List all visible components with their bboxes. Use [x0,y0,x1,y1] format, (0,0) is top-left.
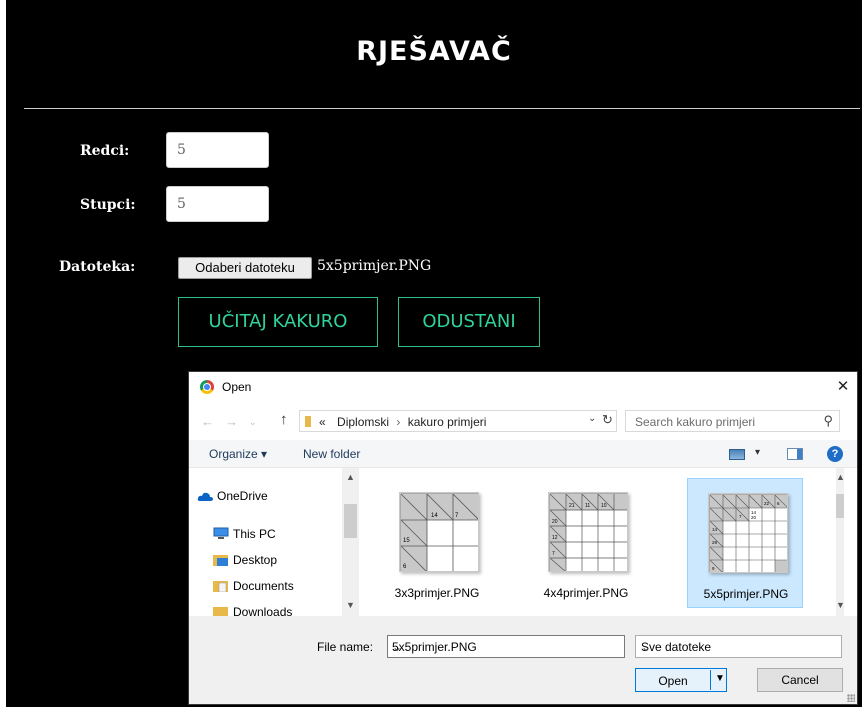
nav-item-desktop[interactable]: Desktop [213,553,278,567]
chrome-icon [200,380,214,394]
search-icon: ⚲ [823,413,833,428]
breadcrumb-item-kakuro-primjeri[interactable]: kakuro primjeri [408,415,487,429]
command-bar: Organize ▾ New folder ▾ ? [189,440,857,468]
breadcrumb-item-diplomski[interactable]: Diplomski [337,415,389,429]
dialog-titlebar: Open ✕ [189,372,857,402]
chevron-down-icon: ⌄ [641,640,652,654]
page-title: RJEŠAVAČ [356,36,512,67]
computer-icon [213,527,229,539]
load-kakuro-button[interactable]: UČITAJ KAKURO [178,297,378,347]
file-name-label: 3x3primjer.PNG [394,586,480,600]
file-item-3x3primjer[interactable]: 14 7 15 6 3x3primjer.PNG [379,478,495,608]
help-icon[interactable]: ? [827,446,843,462]
recent-locations-chevron-icon[interactable]: ⌄ [249,417,257,428]
thumb-clue: 20 [751,515,757,520]
file-list-scroll-thumb[interactable] [836,494,844,518]
breadcrumb-overflow[interactable]: « [319,415,326,429]
scroll-up-icon[interactable]: ▲ [342,472,359,482]
navigation-pane: OneDrive This PC Desktop Documents Downl… [189,468,359,616]
refresh-icon[interactable]: ↻ [602,412,613,428]
breadcrumb: « Diplomski › kakuro primjeri [319,415,487,429]
address-bar[interactable]: « Diplomski › kakuro primjeri ⌄ ↻ [299,410,617,432]
cols-input[interactable]: 5 [166,186,269,222]
file-list: 14 7 15 6 3x3primjer.PNG 21 11 10 20 12 … [364,468,844,616]
choose-file-button[interactable]: Odaberi datoteku [178,257,312,279]
scroll-up-icon[interactable]: ▲ [836,472,844,482]
file-name-input[interactable]: 5x5primjer.PNG ⌄ [387,635,625,658]
new-folder-button[interactable]: New folder [303,447,360,461]
nav-item-label: Downloads [233,605,293,616]
thumb-clue: 7 [552,551,555,557]
thumb-clue: 20 [552,519,558,525]
search-input[interactable]: Search kakuro primjeri ⚲ [625,410,840,432]
nav-item-label: This PC [233,527,276,541]
dialog-footer: File name: 5x5primjer.PNG ⌄ Sve datoteke… [189,616,857,704]
file-name-field-label: File name: [317,640,374,654]
onedrive-icon [197,492,213,501]
file-item-4x4primjer[interactable]: 21 11 10 20 12 7 4x4primjer.PNG [528,478,644,608]
rows-input[interactable]: 5 [166,132,269,168]
kakuro-5x5-thumbnail-image: 22 6 14 7 20 14 29 9 [709,494,787,572]
search-placeholder: Search kakuro primjeri [635,415,756,429]
open-button-label: Open [658,674,688,688]
thumb-clue: 10 [601,503,607,509]
open-file-dialog: Open ✕ ← → ⌄ ↑ « Diplomski › kakuro prim… [188,371,858,705]
file-label: Datoteka: [59,259,136,275]
file-list-scrollbar[interactable]: ▲ ▼ [836,468,844,616]
file-thumbnail: 22 6 14 7 20 14 29 9 [708,493,788,573]
thumb-clue: 14 [712,527,718,532]
open-options-dropdown-icon[interactable]: ▼ [715,673,725,684]
nav-item-downloads[interactable]: Downloads [213,605,293,616]
nav-item-label: Documents [233,579,294,593]
dialog-title: Open [222,380,252,394]
thumb-clue: 12 [552,535,558,541]
thumb-clue: 15 [403,538,410,544]
file-thumbnail: 21 11 10 20 12 7 [548,492,628,572]
change-view-icon[interactable] [729,449,745,460]
thumb-clue: 29 [712,540,718,545]
dialog-cancel-button[interactable]: Cancel [757,668,843,692]
folder-icon [305,416,311,427]
file-name-label: 5x5primjer.PNG [703,587,789,601]
scroll-down-icon[interactable]: ▼ [836,600,844,610]
view-options-dropdown-icon[interactable]: ▾ [755,447,760,458]
chevron-down-icon[interactable]: ⌄ [392,640,620,654]
thumb-clue: 22 [764,501,770,506]
kakuro-3x3-thumbnail-image: 14 7 15 6 [400,493,478,571]
rows-label: Redci: [80,143,130,159]
downloads-folder-icon [213,607,228,616]
back-arrow-icon[interactable]: ← [201,414,214,429]
thumb-clue: 21 [569,503,575,509]
documents-folder-icon [213,581,228,592]
cancel-page-button[interactable]: ODUSTANI [398,297,540,347]
file-thumbnail: 14 7 15 6 [399,492,479,572]
split-divider [710,670,711,690]
nav-pane-scrollbar[interactable]: ▲ ▼ [342,468,359,616]
nav-pane-scroll-thumb[interactable] [344,504,357,538]
kakuro-4x4-thumbnail-image: 21 11 10 20 12 7 [549,493,627,571]
address-dropdown-icon[interactable]: ⌄ [588,413,596,424]
up-arrow-icon[interactable]: ↑ [280,411,288,428]
preview-pane-icon[interactable] [787,448,803,460]
desktop-folder-icon [213,555,228,566]
title-divider [24,108,860,109]
file-item-5x5primjer[interactable]: 22 6 14 7 20 14 29 9 5x5primjer.PNG [687,478,803,608]
organize-button[interactable]: Organize ▾ [209,447,267,461]
thumb-clue: 11 [585,503,590,509]
nav-item-this-pc[interactable]: This PC [213,527,276,541]
open-button[interactable]: Open ▼ [635,668,727,692]
nav-item-documents[interactable]: Documents [213,579,294,593]
file-type-select[interactable]: Sve datoteke ⌄ [635,635,842,658]
forward-arrow-icon[interactable]: → [225,414,238,429]
chosen-file-name: 5x5primjer.PNG [317,258,432,274]
resize-grip-icon[interactable] [847,694,855,702]
thumb-clue: 14 [431,513,438,519]
nav-item-label: Desktop [233,553,278,567]
nav-item-label: OneDrive [217,489,268,503]
close-icon[interactable]: ✕ [835,377,851,395]
file-name-label: 4x4primjer.PNG [543,586,629,600]
scroll-down-icon[interactable]: ▼ [342,600,359,610]
nav-item-onedrive[interactable]: OneDrive [197,489,268,503]
cols-label: Stupci: [80,197,136,213]
